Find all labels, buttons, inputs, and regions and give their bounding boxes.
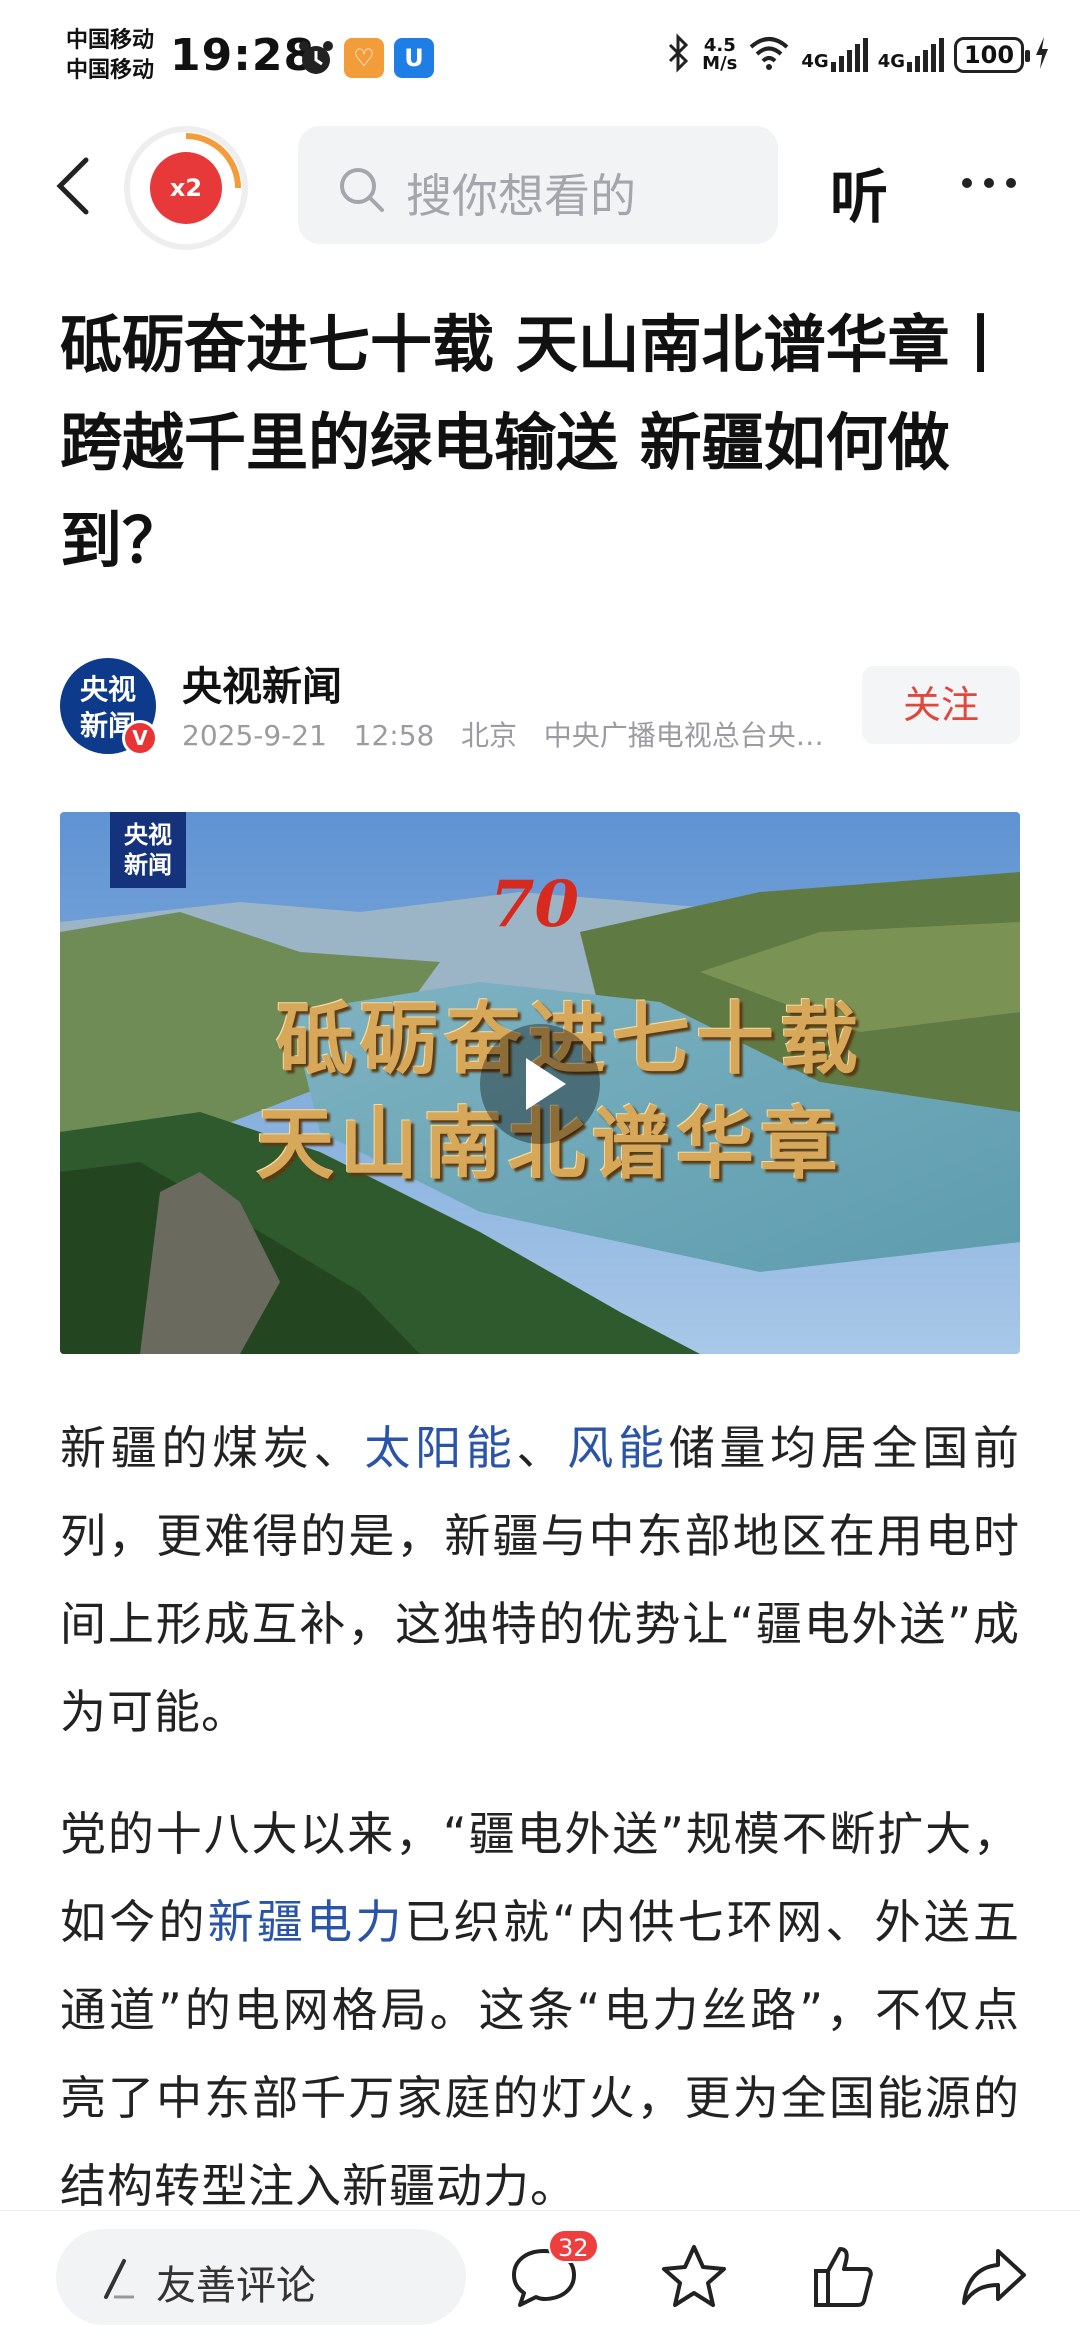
video-player[interactable]: 央视 新闻 70 砥砺奋进七十载 天山南北谱华章 [60, 812, 1020, 1354]
battery-indicator: 100 [954, 37, 1030, 73]
comment-placeholder: 友善评论 [156, 2263, 316, 2309]
publish-location: 北京 [461, 719, 518, 752]
signal-bars-1-icon [830, 38, 868, 72]
status-bar: 中国移动 中国移动 19:28 ♡ U 4.5 M/s 4G 4G 100 [0, 0, 1080, 110]
more-options-button[interactable] [962, 178, 1016, 188]
share-icon[interactable] [958, 2241, 1030, 2317]
comment-count-badge: 32 [548, 2229, 599, 2263]
signal-bars-2-icon [907, 38, 944, 72]
app-notification-icon-2: U [394, 38, 434, 78]
signal-2: 4G [878, 38, 944, 72]
play-icon[interactable] [480, 1024, 600, 1144]
comment-input[interactable]: 友善评论 [56, 2229, 466, 2325]
pen-icon [96, 2257, 140, 2305]
article-title: 砥砺奋进七十载 天山南北谱华章丨跨越千里的绿电输送 新疆如何做到？ [60, 308, 1012, 577]
dot-icon [962, 178, 972, 188]
follow-button[interactable]: 关注 [862, 666, 1020, 744]
wifi-icon [747, 33, 791, 77]
listen-button[interactable]: 听 [830, 150, 888, 234]
p1-text-2: 、 [516, 1421, 568, 1475]
author-row: 央视 新闻 V 央视新闻 2025-9-21 12:58 北京 中央广播电视总台… [60, 650, 1020, 760]
net-speed: 4.5 M/s [702, 37, 737, 73]
search-icon [336, 164, 388, 220]
author-meta: 2025-9-21 12:58 北京 中央广播电视总台央… [182, 714, 882, 754]
author-name[interactable]: 央视新闻 [182, 654, 342, 712]
carrier-2: 中国移动 [66, 58, 155, 83]
avatar-text-1: 央视 [79, 673, 136, 706]
anniversary-emblem: 70 [490, 867, 580, 942]
paragraph-2: 党的十八大以来，“疆电外送”规模不断扩大，如今的新疆电力已织就“内供七环网、外送… [60, 1790, 1020, 2230]
bluetooth-icon [666, 33, 692, 77]
top-navigation: x2 搜你想看的 听 [0, 120, 1080, 250]
chevron-left-icon [56, 157, 89, 215]
net-speed-unit: M/s [702, 53, 738, 74]
charging-icon [1034, 35, 1050, 75]
network-type-2: 4G [877, 51, 905, 72]
back-button[interactable] [50, 156, 100, 216]
signal-1: 4G [801, 38, 868, 72]
link-solar-energy[interactable]: 太阳能 [364, 1421, 516, 1475]
reward-multiplier: x2 [150, 152, 222, 224]
dot-icon [1006, 178, 1016, 188]
bottom-action-bar: 友善评论 32 [0, 2210, 1080, 2340]
carrier-labels: 中国移动 中国移动 [66, 26, 154, 86]
paragraph-1: 新疆的煤炭、太阳能、风能储量均居全国前列，更难得的是，新疆与中东部地区在用电时间… [60, 1404, 1020, 1756]
p1-text-1: 新疆的煤炭、 [60, 1421, 365, 1475]
link-wind-energy[interactable]: 风能 [567, 1421, 668, 1475]
favorite-star-icon[interactable] [658, 2241, 730, 2317]
network-type-1: 4G [801, 51, 829, 72]
thumbs-up-icon[interactable] [808, 2241, 880, 2317]
search-bar[interactable]: 搜你想看的 [298, 126, 778, 244]
dot-icon [984, 178, 994, 188]
video-channel-logo: 央视 新闻 [110, 812, 186, 888]
publish-date: 2025-9-21 [182, 719, 327, 752]
app-notification-icon: ♡ [344, 38, 384, 78]
publish-source: 中央广播电视总台央… [543, 719, 824, 752]
video-logo-text-2: 新闻 [124, 851, 172, 879]
search-placeholder: 搜你想看的 [406, 169, 636, 223]
clock: 19:28 [170, 30, 316, 81]
verified-badge-icon: V [122, 720, 158, 756]
reward-timer-button[interactable]: x2 [124, 126, 248, 250]
video-logo-text-1: 央视 [124, 821, 172, 849]
alarm-icon [296, 38, 336, 82]
carrier-1: 中国移动 [66, 28, 155, 53]
link-xinjiang-power[interactable]: 新疆电力 [208, 1895, 405, 1949]
publish-time: 12:58 [353, 719, 435, 752]
status-icons: 4.5 M/s 4G 4G 100 [666, 30, 1050, 80]
